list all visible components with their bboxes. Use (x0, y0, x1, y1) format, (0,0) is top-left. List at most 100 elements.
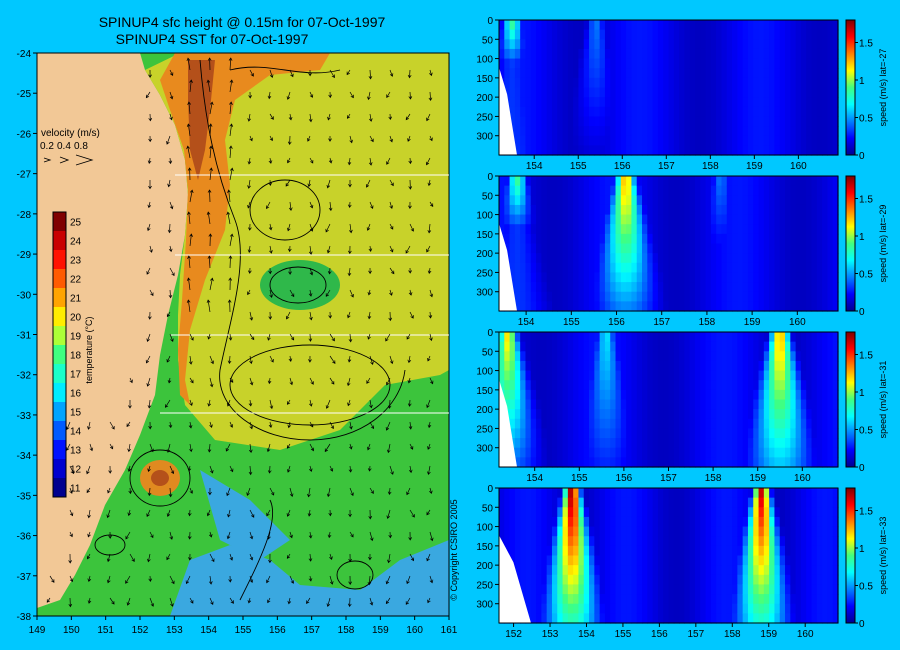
speed-cell (673, 555, 680, 566)
speed-cell (615, 243, 622, 254)
speed-cell (742, 497, 749, 508)
speed-cell (700, 195, 707, 206)
speed-cell (567, 39, 574, 50)
speed-cell (652, 233, 659, 245)
speed-cell (694, 214, 701, 225)
speed-cell (551, 135, 558, 146)
speed-cell (562, 106, 569, 118)
speed-cell (578, 565, 585, 576)
speed-cell (520, 20, 527, 31)
speed-cell (816, 29, 823, 40)
speed-cell (747, 418, 754, 430)
speed-cell (811, 341, 818, 352)
speed-cell (562, 77, 569, 89)
speed-cell (541, 447, 548, 458)
speed-cell (689, 195, 696, 206)
speed-cell (509, 409, 516, 420)
speed-cell (562, 301, 569, 312)
speed-cell (816, 536, 823, 547)
speed-cell (589, 555, 595, 566)
speed-cell (779, 214, 786, 225)
speed-cell (546, 253, 553, 264)
speed-cell (631, 516, 638, 528)
speed-cell (536, 399, 542, 410)
speed-cell (578, 20, 585, 31)
speed-cell (679, 77, 685, 89)
speed-cell (721, 555, 728, 566)
speed-cell (806, 574, 813, 586)
speed-cell (795, 409, 802, 420)
speed-cell (716, 360, 723, 372)
speed-cell (567, 145, 574, 156)
speed-cell (737, 68, 744, 79)
speed-cell (642, 438, 648, 449)
speed-cell (806, 555, 813, 566)
speed-cell (567, 351, 574, 362)
speed-cell (732, 574, 738, 586)
speed-cell (822, 603, 829, 614)
speed-cell (827, 526, 834, 537)
speed-cell (514, 243, 521, 254)
speed-cell (610, 97, 617, 108)
speed-cell (551, 351, 558, 362)
speed-cell (673, 457, 680, 468)
speed-cell (779, 584, 786, 595)
speed-cell (806, 594, 813, 605)
speed-cell (758, 214, 765, 225)
speed-cell (694, 68, 701, 79)
speed-cell (737, 370, 744, 381)
speed-cell (541, 68, 548, 79)
speed-cell (546, 332, 553, 343)
speed-cell (514, 507, 521, 518)
speed-cell (573, 301, 580, 312)
speed-cell (673, 262, 680, 274)
speed-cell (758, 145, 765, 156)
speed-cell (657, 341, 664, 352)
speed-cell (779, 253, 786, 264)
speed-cell (700, 497, 707, 508)
speed-cell (732, 185, 738, 196)
speed-cell (615, 565, 622, 576)
speed-cell (567, 185, 574, 196)
speed-cell (747, 428, 754, 439)
speed-cell (525, 77, 532, 89)
speed-cell (785, 20, 791, 31)
speed-cell (726, 233, 733, 245)
speed-cell (710, 58, 717, 69)
speed-cell (795, 488, 802, 499)
speed-cell (800, 116, 807, 127)
speed-cell (673, 233, 680, 245)
speed-cell (626, 195, 633, 206)
speed-cell (551, 48, 558, 60)
speed-cell (732, 214, 738, 225)
speed-cell (758, 380, 765, 391)
speed-cell (509, 389, 516, 401)
speed-cell (816, 20, 823, 31)
speed-cell (689, 116, 696, 127)
speed-cell (620, 565, 627, 576)
speed-cell (557, 360, 564, 372)
speed-cell (504, 332, 511, 343)
speed-cell (620, 135, 627, 146)
speed-cell (785, 399, 791, 410)
speed-cell (721, 195, 728, 206)
y-tick-label: 100 (476, 211, 493, 222)
speed-cell (536, 536, 542, 547)
speed-cell (721, 399, 728, 410)
speed-cell (583, 135, 590, 146)
speed-cell (541, 204, 548, 216)
speed-cell (763, 457, 770, 468)
speed-cell (583, 488, 590, 499)
speed-cell (694, 341, 701, 352)
speed-cell (705, 545, 712, 557)
speed-cell (663, 428, 670, 439)
speed-cell (652, 39, 659, 50)
speed-cell (541, 389, 548, 401)
speed-cell (541, 58, 548, 69)
speed-cell (806, 360, 813, 372)
speed-cell (694, 195, 701, 206)
speed-cell (763, 291, 770, 302)
speed-cell (536, 77, 542, 89)
x-tick-label: 155 (570, 161, 587, 172)
speed-cell (589, 291, 595, 302)
